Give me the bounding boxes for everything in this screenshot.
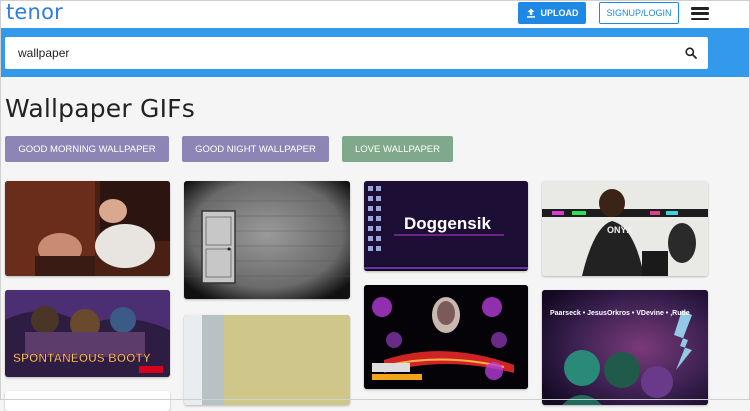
tenor-logo[interactable]: tenor: [6, 0, 63, 24]
top-bar: tenor UPLOAD SIGNUP/LOGIN: [0, 0, 750, 28]
hamburger-menu-icon[interactable]: [691, 7, 709, 20]
gif-thumbnail: Doggensik: [364, 181, 528, 271]
gif-caption-names: Paarseck • JesusOrkros • VDevine • ,Rude: [550, 310, 690, 317]
upload-icon: [526, 8, 535, 18]
gif-tile[interactable]: [5, 391, 170, 411]
chip-good-morning-wallpaper[interactable]: GOOD MORNING WALLPAPER: [5, 136, 169, 162]
upload-button[interactable]: UPLOAD: [518, 2, 586, 24]
gif-tile[interactable]: Paarseck • JesusOrkros • VDevine • ,Rude: [542, 290, 708, 405]
gif-tile[interactable]: SPONTANEOUS BOOTY: [5, 290, 170, 377]
gif-caption-doggensik: Doggensik: [404, 214, 491, 233]
gif-tile[interactable]: Doggensik: [364, 181, 528, 271]
gif-caption-onyx: ONYX: [607, 225, 633, 235]
page-title: Wallpaper GIFs: [5, 94, 195, 123]
gif-thumbnail: SPONTANEOUS BOOTY: [5, 290, 170, 377]
gif-thumbnail: [184, 315, 350, 405]
gif-tile[interactable]: ONYX: [542, 181, 708, 276]
search-icon[interactable]: [685, 47, 697, 59]
gif-tile[interactable]: [5, 181, 170, 276]
gif-tile[interactable]: [184, 315, 350, 405]
signup-login-button[interactable]: SIGNUP/LOGIN: [599, 2, 679, 24]
gif-thumbnail: [364, 285, 528, 389]
chip-good-night-wallpaper[interactable]: GOOD NIGHT WALLPAPER: [182, 136, 329, 162]
chip-love-wallpaper[interactable]: LOVE WALLPAPER: [342, 136, 453, 162]
gif-thumbnail: ONYX: [542, 181, 708, 276]
search-band: [0, 28, 750, 77]
gif-tile[interactable]: [184, 181, 350, 299]
search-input[interactable]: [5, 37, 675, 69]
upload-label: UPLOAD: [540, 8, 579, 18]
gif-tile[interactable]: [364, 285, 528, 389]
gif-thumbnail: [5, 181, 170, 276]
gif-caption-spontaneous: SPONTANEOUS BOOTY: [13, 351, 151, 365]
search-box: [5, 37, 708, 69]
gif-thumbnail: [184, 181, 350, 299]
gif-thumbnail: Paarseck • JesusOrkros • VDevine • ,Rude: [542, 290, 708, 405]
